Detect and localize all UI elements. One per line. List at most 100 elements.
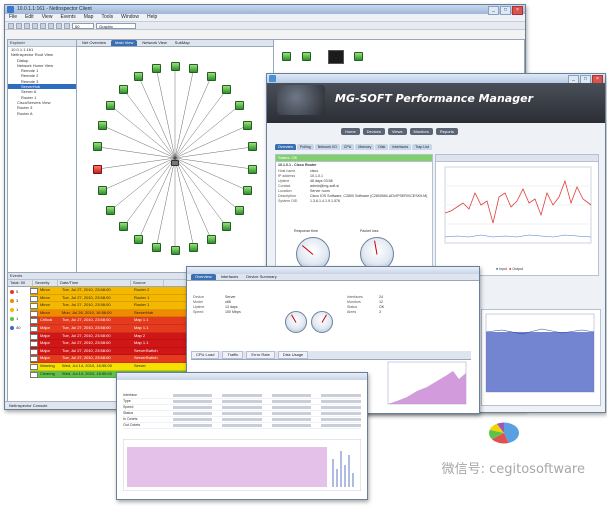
event-checkbox[interactable] (30, 295, 38, 302)
menu-help[interactable]: Help (147, 14, 157, 21)
pm-device-tab[interactable]: Memory (355, 144, 375, 150)
event-checkbox[interactable] (30, 310, 38, 317)
summary-bottom-tab[interactable]: Disk Usage (277, 351, 309, 359)
device-node[interactable] (93, 142, 103, 152)
summary-tab[interactable]: Interfaces (218, 274, 242, 280)
event-checkbox[interactable] (30, 356, 38, 363)
zoom-combo[interactable]: 60 (72, 22, 94, 29)
pm-device-tab[interactable]: CPU (340, 144, 355, 150)
event-checkbox[interactable] (30, 303, 38, 310)
event-checkbox[interactable] (30, 363, 38, 370)
event-checkbox[interactable] (30, 371, 38, 378)
menu-view[interactable]: View (42, 14, 53, 21)
event-checkbox[interactable] (30, 325, 38, 332)
device-node[interactable] (247, 164, 257, 174)
pm-nav-monitors[interactable]: Monitors (409, 128, 433, 135)
summary-bottom-tab[interactable]: Traffic (222, 351, 244, 359)
maximize-button[interactable]: □ (500, 6, 511, 15)
event-row[interactable]: Minor Tue, Jul 27, 2010, 23:58:00 Router 1 (30, 294, 198, 303)
summary-bottom-tab[interactable]: CPU Load (191, 351, 220, 359)
pm-device-tab[interactable]: Network I/O (314, 144, 340, 150)
netinspector-titlebar[interactable]: 10.0.1.1:161 - NetInspector Client _ □ × (5, 5, 525, 15)
menu-file[interactable]: File (9, 14, 17, 21)
device-node[interactable] (247, 142, 257, 152)
close-button[interactable]: × (512, 6, 523, 15)
event-row[interactable]: Major Tue, Jul 27, 2010, 23:58:00 Map 2 (30, 332, 198, 341)
device-node[interactable] (118, 84, 128, 94)
device-node[interactable] (206, 72, 216, 82)
device-node[interactable] (243, 186, 253, 196)
perfmgr-titlebar[interactable]: _ □ × (267, 74, 605, 84)
device-node[interactable] (93, 164, 103, 174)
new-icon[interactable] (8, 22, 14, 29)
device-node[interactable] (106, 205, 116, 215)
event-row[interactable]: Critical Tue, Jul 27, 2010, 23:58:00 Map 1… (30, 317, 198, 325)
network-map[interactable]: Net Overview Main View Network View SubMap (76, 39, 274, 273)
device-node[interactable] (170, 245, 180, 255)
view-mode-combo[interactable]: Graphic (96, 22, 136, 29)
menu-window[interactable]: Window (121, 14, 139, 21)
paste-icon[interactable] (48, 22, 54, 29)
pm-device-tab[interactable]: Disk (375, 144, 389, 150)
event-row[interactable]: Warning Wed, Jul 14, 2010, 16:55:00 Server (30, 362, 198, 371)
device-node[interactable] (97, 120, 107, 130)
device-node[interactable] (234, 205, 244, 215)
event-row[interactable]: Major Tue, Jul 27, 2010, 23:58:00 ServerSw… (30, 355, 198, 363)
menu-tools[interactable]: Tools (101, 14, 113, 21)
device-node[interactable] (222, 84, 232, 94)
events-col-header[interactable]: Total: 50 (8, 280, 33, 286)
pm-nav-views[interactable]: Views (387, 128, 407, 135)
search-icon[interactable] (56, 22, 62, 29)
device-node[interactable] (189, 64, 199, 74)
pm-nav-home[interactable]: Home (341, 128, 360, 135)
menu-map[interactable]: Map (84, 14, 94, 21)
device-node[interactable] (118, 222, 128, 232)
minimize-button[interactable]: _ (488, 6, 499, 15)
summary-tab[interactable]: Device Summary (243, 274, 279, 280)
server-node[interactable] (302, 52, 311, 61)
device-node[interactable] (189, 242, 199, 252)
summary-bottom-tab[interactable]: Error Rate (246, 351, 275, 359)
event-checkbox[interactable] (30, 348, 38, 355)
device-node[interactable] (234, 101, 244, 111)
pm-device-tab[interactable]: Trap List (412, 144, 432, 150)
device-node[interactable] (106, 101, 116, 111)
device-node[interactable] (206, 234, 216, 244)
event-checkbox[interactable] (30, 288, 38, 294)
open-icon[interactable] (16, 22, 22, 29)
menu-edit[interactable]: Edit (25, 14, 34, 21)
pm-device-tab[interactable]: Polling (296, 144, 314, 150)
device-node[interactable] (134, 234, 144, 244)
events-col-header[interactable]: Severity (33, 280, 58, 286)
copy-icon[interactable] (40, 22, 46, 29)
events-col-header[interactable]: Date/Time (58, 280, 131, 286)
event-row[interactable]: Minor Tue, Jul 27, 2010, 23:58:00 Router 2 (30, 287, 198, 295)
server-node[interactable] (354, 52, 363, 61)
device-node[interactable] (170, 61, 180, 71)
save-icon[interactable] (24, 22, 30, 29)
tree-node[interactable]: Router A (8, 111, 76, 116)
device-node[interactable] (134, 72, 144, 82)
event-row[interactable]: Major Tue, Jul 27, 2010, 23:58:00 Map 1.1 (30, 324, 198, 333)
menu-events[interactable]: Events (60, 14, 75, 21)
event-checkbox[interactable] (30, 318, 38, 325)
event-row[interactable]: Minor Mon, Jul 26, 2010, 16:56:00 ServerHu… (30, 309, 198, 318)
event-row[interactable]: Major Tue, Jul 27, 2010, 23:58:00 ServerSw… (30, 347, 198, 356)
report-titlebar[interactable] (117, 373, 367, 380)
cut-icon[interactable] (32, 22, 38, 29)
device-summary-titlebar[interactable] (187, 267, 479, 274)
pm-nav-reports[interactable]: Reports (435, 128, 458, 135)
terminal-icon[interactable] (328, 50, 344, 64)
pm-device-tab[interactable]: Interfaces (389, 144, 412, 150)
pm-nav-devices[interactable]: Devices (362, 128, 385, 135)
event-checkbox[interactable] (30, 333, 38, 340)
pm-device-tab[interactable]: Overview (275, 144, 296, 150)
zoom-icon[interactable] (64, 22, 70, 29)
server-node[interactable] (282, 52, 291, 61)
event-row[interactable]: Major Tue, Jul 27, 2010, 23:58:00 Map 1.1 (30, 340, 198, 348)
device-node[interactable] (222, 222, 232, 232)
device-node[interactable] (151, 64, 161, 74)
hub-node[interactable] (171, 160, 179, 166)
events-col-header[interactable]: Source (131, 280, 164, 286)
device-node[interactable] (151, 242, 161, 252)
